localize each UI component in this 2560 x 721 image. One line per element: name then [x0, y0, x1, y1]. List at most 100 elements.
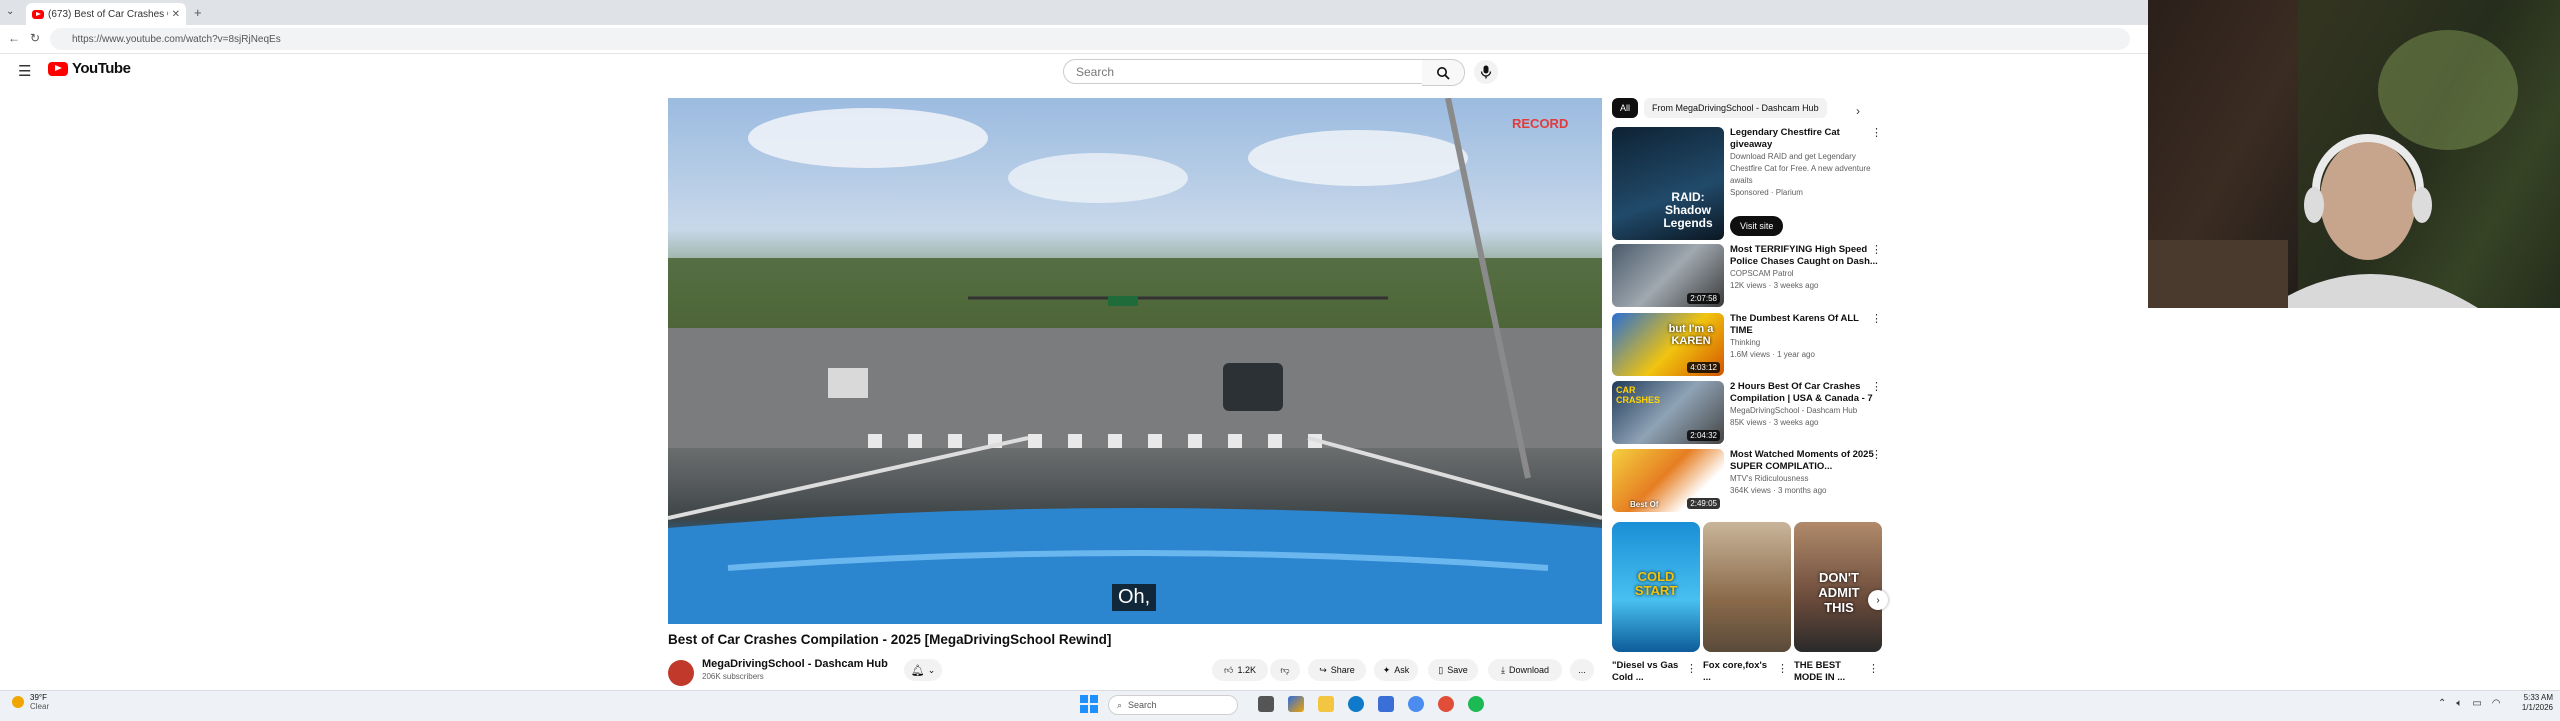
- task-view-icon[interactable]: [1258, 696, 1274, 712]
- new-tab-button[interactable]: +: [194, 5, 202, 20]
- voice-search-button[interactable]: [1474, 60, 1498, 84]
- taskbar: [0, 690, 2560, 721]
- volume-icon[interactable]: 🔈︎: [2456, 698, 2462, 709]
- clock[interactable]: 5:33 AM 1/1/2026: [2505, 693, 2553, 713]
- short-thumbnail-text: COLD START: [1634, 569, 1678, 598]
- list-item[interactable]: CAR CRASHES 2:04:32 2 Hours Best Of Car …: [1612, 381, 1882, 444]
- tab-title: (673) Best of Car Crashes Com: [48, 8, 168, 20]
- app-icon[interactable]: [1408, 696, 1424, 712]
- short-title[interactable]: THE BEST MODE IN ...: [1794, 660, 1866, 684]
- shorts-next-button[interactable]: ›: [1868, 590, 1888, 610]
- chip-from-channel[interactable]: From MegaDrivingSchool - Dashcam Hub: [1644, 98, 1827, 118]
- url-text: https://www.youtube.com/watch?v=8sjRjNeq…: [72, 33, 281, 45]
- spotify-icon[interactable]: [1468, 696, 1484, 712]
- search-icon: [1437, 66, 1450, 80]
- more-vert-icon[interactable]: ⋮: [1871, 127, 1882, 139]
- channel-avatar[interactable]: [668, 660, 694, 686]
- copilot-icon[interactable]: [1288, 696, 1304, 712]
- browser-tab-strip: [0, 0, 2148, 25]
- taskbar-search[interactable]: ⌕ Search: [1108, 695, 1238, 715]
- video-thumbnail[interactable]: Best Of 2:49:05: [1612, 449, 1724, 512]
- duration-badge: 2:07:58: [1687, 293, 1720, 304]
- url-field[interactable]: https://www.youtube.com/watch?v=8sjRjNeq…: [50, 28, 2130, 50]
- short-thumbnail-text: DON'T ADMIT THIS: [1818, 570, 1860, 615]
- browser-tab[interactable]: (673) Best of Car Crashes Com ✕: [26, 3, 186, 25]
- video-player[interactable]: [668, 98, 1602, 624]
- chevron-up-icon[interactable]: ⌃: [2438, 698, 2446, 709]
- video-thumbnail[interactable]: but I'm a KAREN 4:03:12: [1612, 313, 1724, 376]
- system-tray: ⌃ 🔈︎ ▭ ◠: [2438, 698, 2501, 709]
- tab-list-chevron-icon[interactable]: ⌄: [6, 6, 14, 17]
- save-button[interactable]: ▯ Save: [1428, 659, 1478, 681]
- thumbnail-text: but I'm a KAREN: [1668, 323, 1714, 347]
- clock-date: 1/1/2026: [2521, 703, 2553, 712]
- display-icon[interactable]: ▭: [2472, 698, 2481, 709]
- thumbnail-text: Best Of: [1630, 500, 1659, 509]
- thumbs-up-icon: 👍︎: [1224, 664, 1234, 675]
- video-thumbnail[interactable]: CAR CRASHES 2:04:32: [1612, 381, 1724, 444]
- short-title[interactable]: Fox core,fox's ...: [1703, 660, 1775, 684]
- share-button[interactable]: ↪ Share: [1308, 659, 1366, 681]
- more-vert-icon[interactable]: ⋮: [1686, 662, 1697, 675]
- list-item[interactable]: but I'm a KAREN 4:03:12 The Dumbest Kare…: [1612, 313, 1882, 376]
- more-vert-icon[interactable]: ⋮: [1871, 449, 1882, 461]
- address-bar: ← ↻ https://www.youtube.com/watch?v=8sjR…: [0, 25, 2148, 54]
- like-button[interactable]: 👍︎ 1.2K: [1212, 659, 1268, 681]
- list-item[interactable]: Best Of 2:49:05 Most Watched Moments of …: [1612, 449, 1882, 512]
- menu-hamburger-icon[interactable]: ☰: [18, 62, 31, 80]
- more-vert-icon[interactable]: ⋮: [1868, 662, 1879, 675]
- video-thumbnail[interactable]: 2:07:58: [1612, 244, 1724, 307]
- chip-all[interactable]: All: [1612, 98, 1639, 118]
- chevron-right-icon[interactable]: ›: [1856, 104, 1860, 118]
- bell-icon: 🔔︎: [910, 664, 925, 677]
- network-icon[interactable]: ◠: [2492, 698, 2501, 709]
- rec-channel: Thinking: [1730, 338, 1761, 347]
- weather-widget[interactable]: 39°F Clear: [12, 693, 49, 711]
- sparkle-icon: ✦: [1382, 664, 1391, 675]
- youtube-logo[interactable]: YouTube: [48, 60, 131, 77]
- clock-time: 5:33 AM: [2523, 693, 2553, 702]
- more-actions-button[interactable]: ...: [1570, 659, 1594, 681]
- share-icon: ↪: [1319, 664, 1327, 675]
- short-thumbnail[interactable]: DON'T ADMIT THIS: [1794, 522, 1882, 652]
- like-count: 1.2K: [1237, 665, 1256, 675]
- more-vert-icon[interactable]: ⋮: [1871, 244, 1882, 256]
- store-icon[interactable]: [1378, 696, 1394, 712]
- webcam-overlay: [2148, 0, 2560, 308]
- save-label: Save: [1447, 665, 1468, 675]
- download-label: Download: [1508, 665, 1549, 675]
- dislike-button[interactable]: 👎︎: [1270, 659, 1300, 681]
- more-vert-icon[interactable]: ⋮: [1777, 662, 1788, 675]
- subscriber-count: 206K subscribers: [702, 672, 764, 681]
- start-button[interactable]: [1080, 695, 1098, 713]
- short-thumbnail[interactable]: [1703, 522, 1791, 652]
- search-placeholder: Search: [1076, 64, 1115, 79]
- youtube-play-icon: [48, 61, 68, 76]
- rec-channel: COPSCAM Patrol: [1730, 269, 1794, 278]
- more-vert-icon[interactable]: ⋮: [1871, 381, 1882, 393]
- tab-close-icon[interactable]: ✕: [172, 9, 180, 20]
- short-thumbnail[interactable]: COLD START: [1612, 522, 1700, 652]
- webcam-frame: [2148, 0, 2560, 308]
- ask-button[interactable]: ✦ Ask: [1374, 659, 1418, 681]
- file-explorer-icon[interactable]: [1318, 696, 1334, 712]
- rec-stats: 1.6M views · 1 year ago: [1730, 350, 1815, 359]
- channel-name[interactable]: MegaDrivingSchool - Dashcam Hub: [702, 658, 888, 670]
- chrome-icon[interactable]: [1438, 696, 1454, 712]
- search-input[interactable]: Search: [1063, 59, 1423, 84]
- rec-stats: 364K views · 3 months ago: [1730, 486, 1827, 495]
- search-button[interactable]: [1422, 59, 1465, 86]
- duration-badge: 2:49:05: [1687, 498, 1720, 509]
- ask-label: Ask: [1394, 665, 1410, 675]
- reload-icon[interactable]: ↻: [30, 31, 40, 45]
- edge-browser-icon[interactable]: [1348, 696, 1364, 712]
- sponsored-thumbnail[interactable]: RAID: Shadow Legends: [1612, 127, 1724, 240]
- download-button[interactable]: ⤓ Download: [1488, 659, 1562, 681]
- more-vert-icon[interactable]: ⋮: [1871, 313, 1882, 325]
- notification-bell-button[interactable]: 🔔︎ ⌄: [904, 659, 942, 681]
- download-icon: ⤓: [1500, 664, 1505, 675]
- visit-site-button[interactable]: Visit site: [1730, 216, 1784, 236]
- short-title[interactable]: "Diesel vs Gas Cold ...: [1612, 660, 1684, 684]
- back-arrow-icon[interactable]: ←: [8, 31, 20, 45]
- list-item[interactable]: 2:07:58 Most TERRIFYING High Speed Polic…: [1612, 244, 1882, 307]
